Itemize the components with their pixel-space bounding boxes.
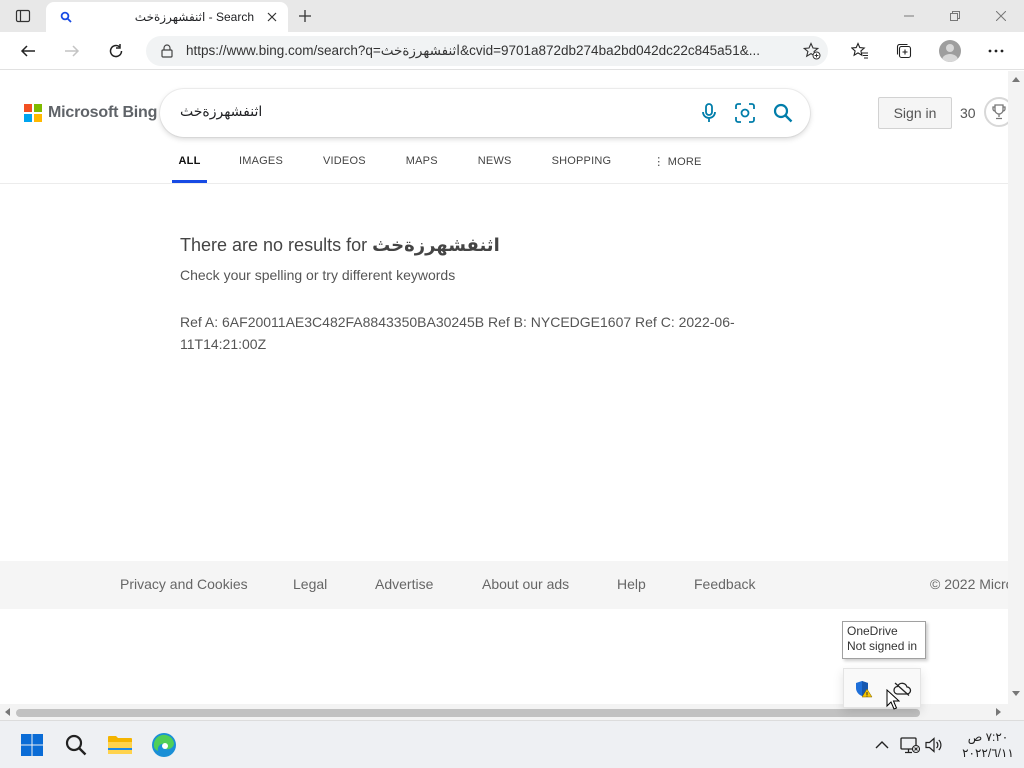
volume-icon[interactable] bbox=[918, 729, 950, 761]
footer-privacy-link[interactable]: Privacy and Cookies bbox=[120, 576, 248, 592]
restore-icon[interactable] bbox=[932, 0, 978, 32]
tab-actions-icon[interactable] bbox=[0, 0, 46, 32]
scope-news[interactable]: NEWS bbox=[478, 151, 512, 183]
refresh-icon[interactable] bbox=[100, 35, 132, 67]
taskbar-clock[interactable]: ٧:٢٠ ص ٢٠٢٢/٦/١١ bbox=[960, 729, 1016, 761]
tooltip-title: OneDrive bbox=[847, 624, 898, 638]
scroll-right-icon[interactable] bbox=[996, 708, 1001, 716]
new-tab-icon[interactable] bbox=[292, 4, 318, 28]
rewards-points[interactable]: 30 bbox=[960, 105, 976, 121]
forward-icon[interactable] bbox=[56, 35, 88, 67]
no-results-query: اثنفشهرزةخث bbox=[372, 235, 500, 255]
sign-in-button[interactable]: Sign in bbox=[878, 97, 952, 129]
close-icon[interactable] bbox=[978, 0, 1024, 32]
bing-logo[interactable]: Microsoft Bing bbox=[24, 104, 157, 122]
start-icon[interactable] bbox=[16, 729, 48, 761]
onedrive-tooltip: OneDrive Not signed in bbox=[842, 621, 926, 659]
footer-feedback-link[interactable]: Feedback bbox=[694, 576, 755, 592]
search-icon bbox=[58, 9, 74, 25]
tab-title: اثنفشهرزةخث - Search bbox=[134, 10, 254, 24]
scope-more[interactable]: ⋮ MORE bbox=[653, 151, 701, 183]
microphone-icon[interactable] bbox=[697, 101, 721, 125]
edge-icon[interactable] bbox=[148, 729, 180, 761]
microsoft-logo-icon bbox=[24, 104, 42, 122]
visual-search-icon[interactable] bbox=[733, 101, 757, 125]
footer-help-link[interactable]: Help bbox=[617, 576, 646, 592]
bing-logo-text: Microsoft Bing bbox=[48, 104, 158, 121]
scroll-left-icon[interactable] bbox=[5, 708, 10, 716]
scope-all[interactable]: ALL bbox=[172, 151, 207, 183]
scroll-down-icon[interactable] bbox=[1012, 691, 1020, 696]
footer-about-ads-link[interactable]: About our ads bbox=[482, 576, 569, 592]
spelling-suggestion: Check your spelling or try different key… bbox=[180, 267, 456, 283]
browser-toolbar: https://www.bing.com/search?q=اثنفشهرزةخ… bbox=[0, 32, 1024, 70]
more-icon[interactable] bbox=[980, 35, 1012, 67]
tooltip-status: Not signed in bbox=[847, 639, 918, 653]
scope-shopping[interactable]: SHOPPING bbox=[552, 151, 612, 183]
search-icon[interactable] bbox=[60, 729, 92, 761]
scope-images[interactable]: IMAGES bbox=[239, 151, 283, 183]
windows-security-warning-icon[interactable] bbox=[854, 679, 874, 699]
search-box[interactable]: اثنفشهرزةخث bbox=[160, 89, 810, 137]
page-footer: Privacy and Cookies Legal Advertise Abou… bbox=[0, 561, 1008, 609]
header-divider bbox=[0, 183, 1008, 184]
browser-tab[interactable]: اثنفشهرزةخث - Search bbox=[46, 2, 288, 32]
profile-avatar[interactable] bbox=[934, 35, 966, 67]
address-bar[interactable]: https://www.bing.com/search?q=اثنفشهرزةخ… bbox=[146, 36, 828, 66]
address-url[interactable]: https://www.bing.com/search?q=اثنفشهرزةخ… bbox=[186, 43, 786, 59]
favorites-icon[interactable] bbox=[844, 35, 876, 67]
scroll-up-icon[interactable] bbox=[1012, 77, 1020, 82]
search-icon[interactable] bbox=[771, 101, 795, 125]
rewards-trophy-icon[interactable] bbox=[984, 97, 1008, 127]
vertical-scrollbar[interactable] bbox=[1008, 71, 1024, 704]
close-tab-icon[interactable] bbox=[264, 9, 280, 25]
add-favorite-icon[interactable] bbox=[802, 41, 822, 61]
scope-videos[interactable]: VIDEOS bbox=[323, 151, 366, 183]
footer-copyright: © 2022 Microsoft bbox=[930, 576, 1008, 592]
clock-date: ٢٠٢٢/٦/١١ bbox=[962, 746, 1014, 760]
collections-icon[interactable] bbox=[888, 35, 920, 67]
search-input[interactable]: اثنفشهرزةخث bbox=[180, 103, 262, 120]
scroll-corner bbox=[1008, 704, 1024, 720]
mouse-cursor-icon bbox=[886, 688, 901, 711]
lock-icon[interactable] bbox=[158, 42, 176, 60]
title-bar: اثنفشهرزةخث - Search bbox=[0, 0, 1024, 32]
footer-legal-link[interactable]: Legal bbox=[293, 576, 327, 592]
reference-info: Ref A: 6AF20011AE3C482FA8843350BA30245B … bbox=[180, 314, 735, 352]
search-scopes: ALL IMAGES VIDEOS MAPS NEWS SHOPPING ⋮ M… bbox=[172, 151, 702, 183]
horizontal-scroll-thumb[interactable] bbox=[16, 709, 920, 717]
clock-time: ٧:٢٠ ص bbox=[967, 730, 1009, 744]
tray-overflow-flyout bbox=[843, 668, 921, 708]
minimize-icon[interactable] bbox=[886, 0, 932, 32]
file-explorer-icon[interactable] bbox=[104, 729, 136, 761]
web-page: Microsoft Bing اثنفشهرزةخث Sign in 30 AL… bbox=[0, 71, 1008, 704]
taskbar: ٧:٢٠ ص ٢٠٢٢/٦/١١ bbox=[0, 720, 1024, 768]
no-results-heading: There are no results for اثنفشهرزةخث bbox=[180, 235, 500, 256]
back-icon[interactable] bbox=[12, 35, 44, 67]
footer-advertise-link[interactable]: Advertise bbox=[375, 576, 433, 592]
scope-maps[interactable]: MAPS bbox=[406, 151, 438, 183]
no-results-text: There are no results for bbox=[180, 235, 373, 255]
